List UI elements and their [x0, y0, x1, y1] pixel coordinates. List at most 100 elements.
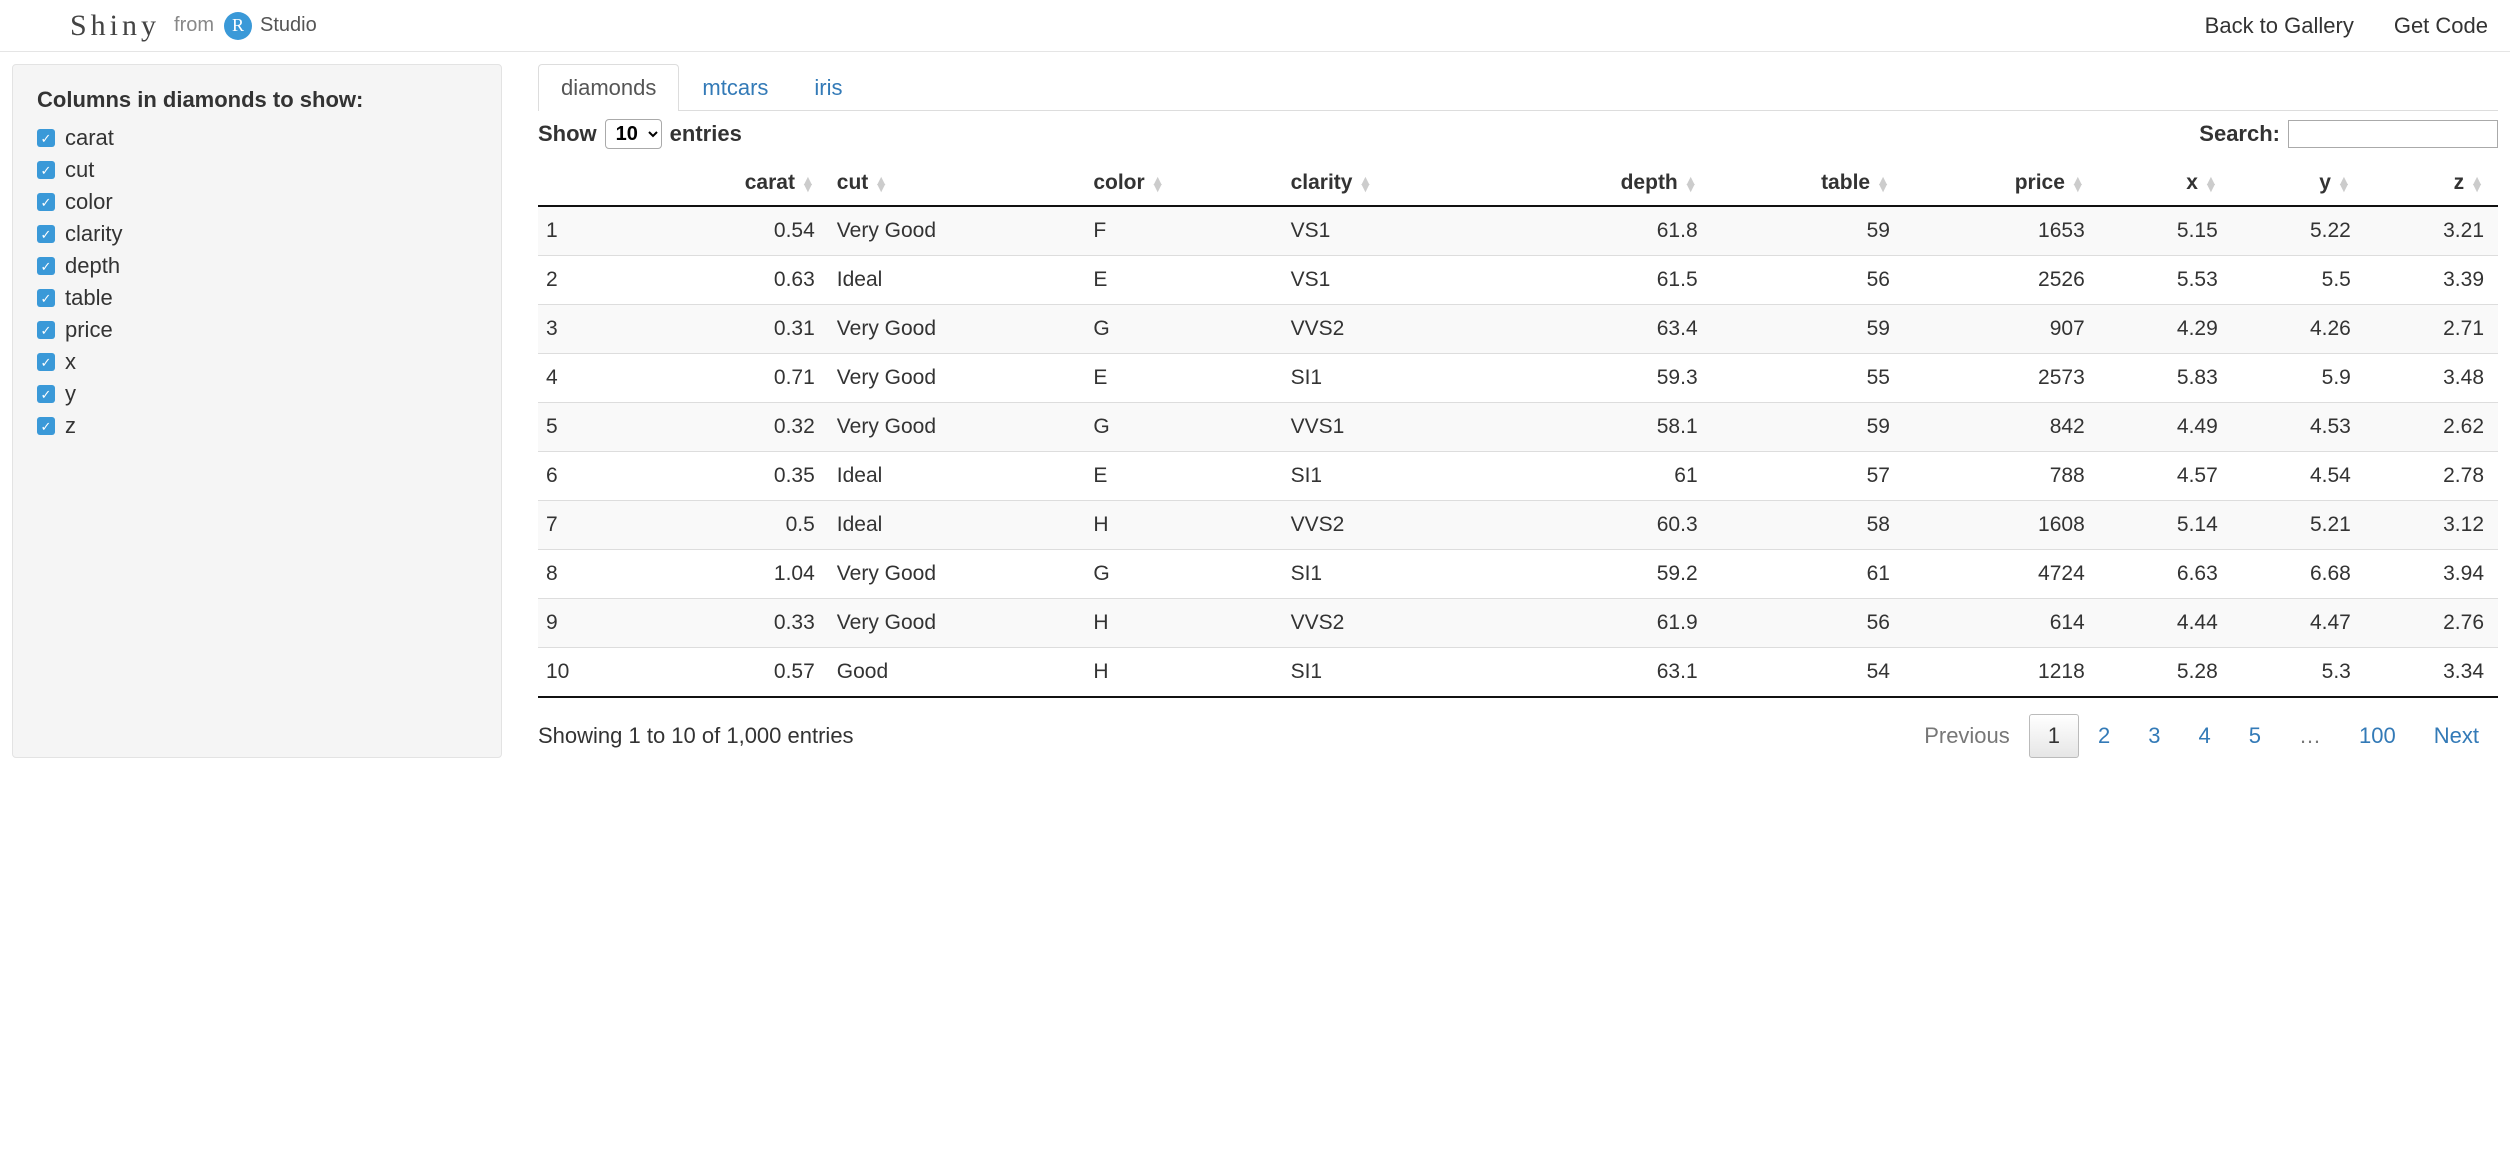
cell-carat: 0.5 [634, 501, 829, 550]
checkbox-z[interactable]: ✓z [37, 413, 477, 439]
col-header-z[interactable]: z▲▼ [2365, 161, 2498, 206]
table-row: 30.31Very GoodGVVS263.4599074.294.262.71 [538, 305, 2498, 354]
pager-page-2[interactable]: 2 [2079, 714, 2129, 758]
sidebar-well: Columns in diamonds to show: ✓carat✓cut✓… [12, 64, 502, 758]
get-code-link[interactable]: Get Code [2394, 13, 2488, 39]
checkbox-price[interactable]: ✓price [37, 317, 477, 343]
checkbox-table[interactable]: ✓ table [37, 285, 477, 311]
checkbox-color[interactable]: ✓ color [37, 189, 477, 215]
table-row: 60.35IdealESI161577884.574.542.78 [538, 452, 2498, 501]
cell-table: 59 [1712, 403, 1904, 452]
cell-table: 56 [1712, 599, 1904, 648]
pager-page-4[interactable]: 4 [2180, 714, 2230, 758]
table-row: 90.33Very GoodHVVS261.9566144.444.472.76 [538, 599, 2498, 648]
checkbox-cut[interactable]: ✓cut [37, 157, 477, 183]
col-header-x[interactable]: x▲▼ [2099, 161, 2232, 206]
table-info: Showing 1 to 10 of 1,000 entries [538, 723, 854, 749]
col-header-color[interactable]: color▲▼ [1085, 161, 1282, 206]
cell-_row: 2 [538, 256, 634, 305]
cell-table: 61 [1712, 550, 1904, 599]
col-header-price[interactable]: price▲▼ [1904, 161, 2099, 206]
checkbox-x[interactable]: ✓x [37, 349, 477, 375]
pager-page-…[interactable]: … [2280, 714, 2340, 758]
checkbox-clarity[interactable]: ✓clarity [37, 221, 477, 247]
cell-carat: 0.31 [634, 305, 829, 354]
cell-depth: 59.3 [1502, 354, 1712, 403]
cell-z: 3.12 [2365, 501, 2498, 550]
checkbox-label: z [65, 413, 76, 439]
pager-previous[interactable]: Previous [1905, 714, 2029, 758]
pager-page-3[interactable]: 3 [2129, 714, 2179, 758]
cell-x: 5.28 [2099, 648, 2232, 698]
checkbox-carat[interactable]: ✓carat [37, 125, 477, 151]
cell-color: G [1085, 403, 1282, 452]
cell-depth: 59.2 [1502, 550, 1712, 599]
tab-iris[interactable]: iris [791, 64, 865, 111]
cell-y: 5.22 [2232, 206, 2365, 256]
pager-page-5[interactable]: 5 [2230, 714, 2280, 758]
cell-price: 1608 [1904, 501, 2099, 550]
cell-carat: 0.71 [634, 354, 829, 403]
col-header-cut[interactable]: cut▲▼ [829, 161, 1086, 206]
cell-price: 1218 [1904, 648, 2099, 698]
cell-clarity: VS1 [1283, 256, 1503, 305]
check-icon: ✓ [37, 417, 55, 435]
cell-carat: 0.57 [634, 648, 829, 698]
cell-carat: 0.63 [634, 256, 829, 305]
checkbox-y[interactable]: ✓y [37, 381, 477, 407]
col-header-table[interactable]: table▲▼ [1712, 161, 1904, 206]
brand: Shiny from R Studio [70, 9, 317, 43]
check-icon: ✓ [37, 289, 55, 307]
sort-icon: ▲▼ [2337, 178, 2351, 189]
brand-from-text: from [174, 14, 214, 37]
cell-depth: 63.4 [1502, 305, 1712, 354]
col-header-_row[interactable] [538, 161, 634, 206]
col-header-carat[interactable]: carat▲▼ [634, 161, 829, 206]
check-icon: ✓ [37, 193, 55, 211]
tab-diamonds[interactable]: diamonds [538, 64, 679, 111]
cell-cut: Very Good [829, 550, 1086, 599]
cell-cut: Very Good [829, 206, 1086, 256]
checkbox-depth[interactable]: ✓depth [37, 253, 477, 279]
pager-page-1[interactable]: 1 [2029, 714, 2079, 758]
cell-carat: 0.54 [634, 206, 829, 256]
cell-y: 5.9 [2232, 354, 2365, 403]
checkbox-label: color [65, 189, 113, 215]
check-icon: ✓ [37, 257, 55, 275]
checkbox-label: table [65, 285, 113, 311]
length-select[interactable]: 10 [605, 119, 662, 149]
cell-clarity: VVS2 [1283, 305, 1503, 354]
cell-x: 6.63 [2099, 550, 2232, 599]
cell-color: G [1085, 305, 1282, 354]
tab-mtcars[interactable]: mtcars [679, 64, 791, 111]
cell-z: 2.62 [2365, 403, 2498, 452]
main-panel: diamondsmtcarsiris Show 10 entries Searc… [538, 64, 2498, 758]
cell-color: E [1085, 256, 1282, 305]
table-row: 81.04Very GoodGSI159.26147246.636.683.94 [538, 550, 2498, 599]
cell-_row: 5 [538, 403, 634, 452]
pager-next[interactable]: Next [2415, 714, 2498, 758]
cell-depth: 58.1 [1502, 403, 1712, 452]
sort-icon: ▲▼ [1151, 178, 1165, 189]
cell-z: 3.21 [2365, 206, 2498, 256]
length-entries-label: entries [670, 121, 742, 147]
check-icon: ✓ [37, 161, 55, 179]
pager-page-100[interactable]: 100 [2340, 714, 2415, 758]
cell-color: G [1085, 550, 1282, 599]
cell-depth: 61 [1502, 452, 1712, 501]
cell-price: 1653 [1904, 206, 2099, 256]
cell-x: 4.57 [2099, 452, 2232, 501]
check-icon: ✓ [37, 129, 55, 147]
cell-clarity: SI1 [1283, 550, 1503, 599]
cell-x: 4.29 [2099, 305, 2232, 354]
cell-y: 4.53 [2232, 403, 2365, 452]
col-header-depth[interactable]: depth▲▼ [1502, 161, 1712, 206]
back-to-gallery-link[interactable]: Back to Gallery [2205, 13, 2354, 39]
col-header-y[interactable]: y▲▼ [2232, 161, 2365, 206]
sidebar-title: Columns in diamonds to show: [37, 87, 477, 113]
search-input[interactable] [2288, 120, 2498, 148]
cell-depth: 61.5 [1502, 256, 1712, 305]
col-header-clarity[interactable]: clarity▲▼ [1283, 161, 1503, 206]
cell-x: 5.83 [2099, 354, 2232, 403]
cell-z: 3.94 [2365, 550, 2498, 599]
